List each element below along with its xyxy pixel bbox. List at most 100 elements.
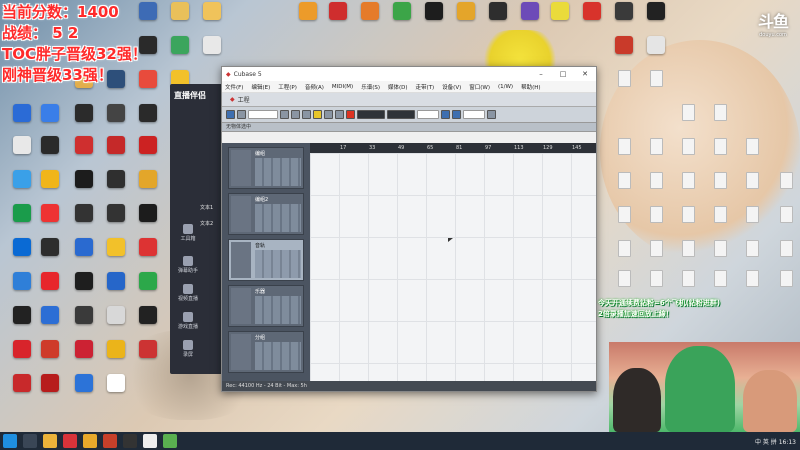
companion-nav-toolbox[interactable]: 工具箱: [176, 224, 200, 242]
menu-window[interactable]: 窗口(W): [469, 83, 490, 91]
file-icon[interactable]: [766, 240, 800, 274]
close-button[interactable]: ✕: [574, 70, 596, 78]
desktop-icon[interactable]: [192, 2, 232, 36]
cycle-button[interactable]: [313, 110, 322, 119]
cubase-window-title: Cubase 5: [233, 70, 262, 78]
desktop-icon[interactable]: [636, 2, 676, 36]
mouse-cursor-icon: [448, 238, 454, 244]
menu-help[interactable]: 帮助(H): [521, 83, 540, 91]
cubase-titlebar: ◆ Cubase 5 – □ ✕: [222, 67, 596, 81]
streamer-figure-left: [613, 368, 661, 432]
tool-palette-2[interactable]: [387, 110, 415, 119]
desktop-icon[interactable]: [192, 36, 232, 70]
overlay-news-2: 刚神晋级33强！: [2, 66, 113, 84]
desktop-icon[interactable]: [96, 374, 136, 408]
app-icon[interactable]: [83, 434, 97, 448]
app-icon[interactable]: [143, 434, 157, 448]
rewind-button[interactable]: [291, 110, 300, 119]
webcam-caption-1: 今天开通续费钻粉=6个飞机(钻粉进群): [598, 299, 721, 307]
track-color-strip: [231, 196, 251, 232]
companion-nav-danmaku[interactable]: 弹幕助手: [176, 256, 200, 274]
go-to-start-button[interactable]: [280, 110, 289, 119]
forward-button[interactable]: [302, 110, 311, 119]
file-icon[interactable]: [766, 172, 800, 206]
companion-text-1[interactable]: 文本1: [200, 204, 213, 211]
quantize-select[interactable]: [463, 110, 485, 119]
desktop-icon[interactable]: [128, 204, 168, 238]
webcam-caption-2: 2倍录播加速回放上線！: [598, 310, 673, 318]
desktop-icon[interactable]: [128, 136, 168, 170]
app-icon[interactable]: [63, 434, 77, 448]
timeline-ruler[interactable]: 17 33 49 65 81 97 113 129 145: [310, 143, 596, 153]
douyu-logo: 斗鱼: [757, 12, 789, 31]
companion-nav-video[interactable]: 视频直播: [176, 284, 200, 302]
track-row-selected[interactable]: 音轨: [228, 239, 304, 281]
start-icon[interactable]: [3, 434, 17, 448]
project-workarea: 编组 编组2 音轨 乐器 分组 17 33 49 65 81 97 113 12…: [222, 143, 596, 381]
companion-nav-record[interactable]: 录屏: [176, 340, 200, 358]
snap-button[interactable]: [441, 110, 450, 119]
track-controls[interactable]: [255, 250, 301, 278]
desktop-icon[interactable]: [128, 170, 168, 204]
webcam-caption: 今天开通续费钻粉=6个飞机(钻粉进群) 2倍录播加速回放上線！: [598, 298, 800, 320]
desktop-icon[interactable]: [128, 306, 168, 340]
file-icon[interactable]: [636, 70, 676, 104]
app-icon[interactable]: [163, 434, 177, 448]
play-button[interactable]: [335, 110, 344, 119]
track-row[interactable]: 编组: [228, 147, 304, 189]
track-controls[interactable]: [255, 158, 301, 186]
menu-workspace[interactable]: (1/W): [498, 84, 513, 90]
menu-project[interactable]: 工程(P): [278, 83, 297, 91]
color-button[interactable]: [487, 110, 496, 119]
project-window-title: ◆ 工程: [222, 93, 596, 107]
track-controls[interactable]: [255, 296, 301, 324]
maximize-button[interactable]: □: [552, 70, 574, 78]
file-icon[interactable]: [700, 104, 740, 138]
info-line: 无物体选中: [222, 123, 596, 132]
ruler-mark: 145: [572, 145, 582, 151]
minimize-button[interactable]: –: [530, 70, 552, 78]
ruler-mark: 49: [398, 145, 405, 151]
desktop-icon[interactable]: [128, 104, 168, 138]
track-row[interactable]: 分组: [228, 331, 304, 373]
desktop-icon[interactable]: [128, 272, 168, 306]
touch-mode-select[interactable]: [248, 110, 278, 119]
quantize-button[interactable]: [452, 110, 461, 119]
track-row[interactable]: 乐器: [228, 285, 304, 327]
tool-palette[interactable]: [357, 110, 385, 119]
activate-project-button[interactable]: [226, 110, 235, 119]
event-display[interactable]: [310, 153, 596, 381]
video-icon: [183, 284, 193, 294]
taskbar: 中 英 拼 16:13: [0, 432, 800, 450]
track-list: 编组 编组2 音轨 乐器 分组: [222, 143, 310, 381]
desktop-icon[interactable]: [128, 238, 168, 272]
menu-audio[interactable]: 音频(A): [305, 83, 324, 91]
companion-text-2[interactable]: 文本2: [200, 220, 213, 227]
app-icon[interactable]: [103, 434, 117, 448]
desktop-icon[interactable]: [636, 36, 676, 70]
menu-score[interactable]: 乐谱(S): [361, 83, 380, 91]
tray-text[interactable]: 中 英 拼 16:13: [755, 437, 796, 446]
track-row[interactable]: 编组2: [228, 193, 304, 235]
app-icon[interactable]: [123, 434, 137, 448]
file-icon[interactable]: [766, 206, 800, 240]
menu-midi[interactable]: MIDI(M): [332, 84, 353, 90]
menu-media[interactable]: 媒体(D): [388, 83, 408, 91]
menu-edit[interactable]: 编辑(E): [251, 83, 270, 91]
streamer-figure-center: [665, 346, 735, 432]
snap-select[interactable]: [417, 110, 439, 119]
track-controls[interactable]: [255, 204, 301, 232]
desktop-icon[interactable]: [128, 340, 168, 374]
companion-nav-game[interactable]: 游戏直播: [176, 312, 200, 330]
menu-file[interactable]: 文件(F): [225, 83, 243, 91]
track-controls[interactable]: [255, 342, 301, 370]
danmaku-icon: [183, 256, 193, 266]
search-icon[interactable]: [23, 434, 37, 448]
constrain-delay-button[interactable]: [237, 110, 246, 119]
record-button[interactable]: [346, 110, 355, 119]
file-icon[interactable]: [732, 138, 772, 172]
menu-devices[interactable]: 设备(V): [442, 83, 461, 91]
stop-button[interactable]: [324, 110, 333, 119]
menu-transport[interactable]: 走带(T): [416, 83, 435, 91]
file-explorer-icon[interactable]: [43, 434, 57, 448]
